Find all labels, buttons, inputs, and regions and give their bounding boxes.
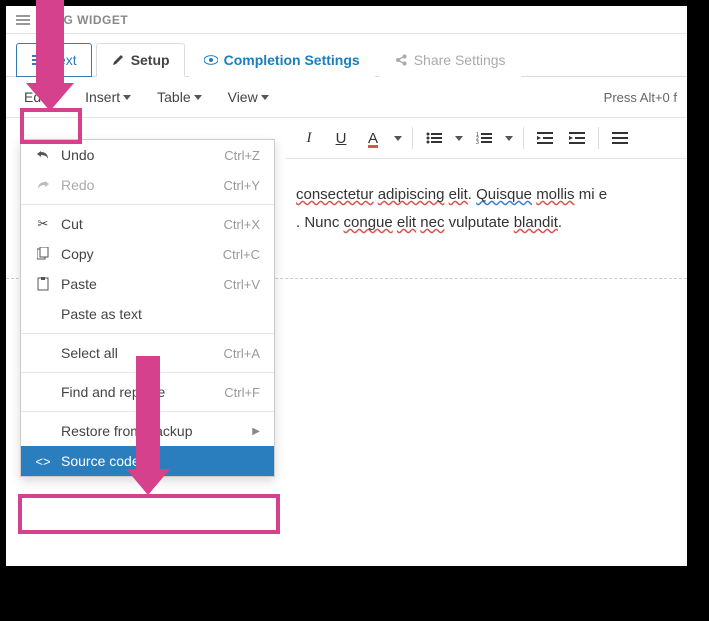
keyboard-help-hint: Press Alt+0 f <box>604 90 677 105</box>
eye-icon <box>204 53 218 67</box>
caret-down-icon <box>194 95 202 100</box>
undo-icon <box>35 149 51 161</box>
bullet-list-dropdown[interactable] <box>451 124 467 152</box>
menu-item-shortcut: Ctrl+X <box>224 217 260 232</box>
menu-item-cut[interactable]: ✂ Cut Ctrl+X <box>21 209 274 239</box>
toolbar-separator <box>412 127 413 149</box>
svg-text:3: 3 <box>476 140 479 144</box>
tab-setup-label: Setup <box>131 52 170 68</box>
submenu-arrow-icon: ▶ <box>252 426 260 437</box>
menu-item-shortcut: Ctrl+Y <box>224 178 260 193</box>
menu-item-redo[interactable]: Redo Ctrl+Y <box>21 170 274 200</box>
tab-bar: Text Setup Completion Settings Share Set… <box>6 34 687 77</box>
menu-item-shortcut: Ctrl+F <box>224 385 260 400</box>
menu-item-label: Redo <box>61 177 214 193</box>
caret-down-icon <box>455 136 463 141</box>
align-justify-button[interactable] <box>605 124 635 152</box>
outdent-button[interactable] <box>530 124 560 152</box>
toolbar-separator <box>598 127 599 149</box>
text-color-button[interactable]: A <box>358 124 388 152</box>
menu-item-label: Paste as text <box>61 306 260 322</box>
tab-completion-label: Completion Settings <box>224 52 360 68</box>
drag-handle-icon <box>16 15 30 25</box>
menu-view[interactable]: View <box>220 85 277 109</box>
menu-item-label: Copy <box>61 246 213 262</box>
italic-button[interactable]: I <box>294 124 324 152</box>
number-list-button[interactable]: 123 <box>469 124 499 152</box>
menu-table[interactable]: Table <box>149 85 209 109</box>
menu-item-shortcut: Ctrl+C <box>223 247 260 262</box>
pencil-icon <box>111 53 125 67</box>
menu-insert[interactable]: Insert <box>77 85 139 109</box>
menu-item-shortcut: Ctrl+A <box>224 346 260 361</box>
tab-setup[interactable]: Setup <box>96 43 185 77</box>
content-line-1: consectetur adipiscing elit. Quisque mol… <box>296 183 677 207</box>
menu-item-undo[interactable]: Undo Ctrl+Z <box>21 140 274 170</box>
content-line-2: . Nunc congue elit nec vulputate blandit… <box>296 211 677 235</box>
caret-down-icon <box>123 95 131 100</box>
editor-menubar: Edit Insert Table View Press Alt+0 f <box>6 77 687 118</box>
tab-share-settings[interactable]: Share Settings <box>379 43 521 77</box>
menu-item-copy[interactable]: Copy Ctrl+C <box>21 239 274 269</box>
scissors-icon: ✂ <box>35 216 51 232</box>
menu-item-label: Cut <box>61 216 214 232</box>
caret-down-icon <box>261 95 269 100</box>
share-icon <box>394 53 408 67</box>
caret-down-icon <box>505 136 513 141</box>
menu-item-label: Source code <box>61 453 260 469</box>
text-color-dropdown[interactable] <box>390 124 406 152</box>
toolbar-separator <box>523 127 524 149</box>
code-icon: <> <box>35 454 51 469</box>
editor-toolbar: I U A 123 <box>286 118 687 159</box>
clipboard-icon <box>35 277 51 291</box>
menu-separator <box>21 204 274 205</box>
menu-separator <box>21 333 274 334</box>
tab-completion-settings[interactable]: Completion Settings <box>189 43 375 77</box>
menu-item-label: Undo <box>61 147 214 163</box>
redo-icon <box>35 179 51 191</box>
tab-share-label: Share Settings <box>414 52 506 68</box>
bullet-list-button[interactable] <box>419 124 449 152</box>
underline-button[interactable]: U <box>326 124 356 152</box>
menu-item-paste[interactable]: Paste Ctrl+V <box>21 269 274 299</box>
menu-item-shortcut: Ctrl+V <box>224 277 260 292</box>
menu-item-paste-as-text[interactable]: Paste as text <box>21 299 274 329</box>
drag-widget-bar[interactable]: DRAG WIDGET <box>6 6 687 34</box>
copy-icon <box>35 247 51 261</box>
menu-item-shortcut: Ctrl+Z <box>224 148 260 163</box>
number-list-dropdown[interactable] <box>501 124 517 152</box>
caret-down-icon <box>394 136 402 141</box>
menu-item-label: Paste <box>61 276 214 292</box>
indent-button[interactable] <box>562 124 592 152</box>
